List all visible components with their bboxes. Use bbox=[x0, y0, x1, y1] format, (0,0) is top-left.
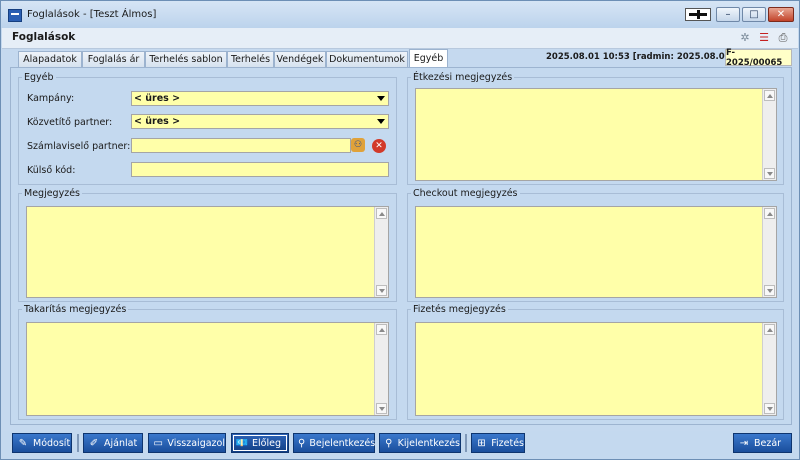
modosit-label: Módosít bbox=[33, 437, 71, 449]
fizetes-button[interactable]: ⊞ Fizetés bbox=[471, 433, 525, 453]
offer-icon: ✐ bbox=[89, 437, 99, 449]
kozvetito-dropdown[interactable]: < üres > bbox=[131, 114, 389, 129]
tab-content-egyeb: Egyéb Kampány: < üres > Közvetítő partne… bbox=[10, 67, 792, 425]
visszaigazol-label: Visszaigazol bbox=[167, 437, 225, 449]
ajanlat-button[interactable]: ✐ Ajánlat bbox=[83, 433, 143, 453]
kulso-kod-field[interactable] bbox=[131, 162, 389, 177]
scrollbar[interactable] bbox=[762, 323, 776, 415]
tab-vendegek[interactable]: Vendégek bbox=[274, 51, 326, 67]
takaritas-legend: Takarítás megjegyzés bbox=[24, 304, 127, 315]
close-window-button[interactable]: ✕ bbox=[768, 7, 794, 22]
form-header: Foglalások ✲ ☰ ⎙ bbox=[2, 28, 798, 49]
title-bar: Foglalások - [Teszt Álmos] – □ ✕ bbox=[1, 1, 799, 28]
clear-icon[interactable]: ✕ bbox=[372, 139, 386, 153]
separator bbox=[77, 434, 79, 452]
separator bbox=[465, 434, 467, 452]
minimize-button[interactable]: – bbox=[716, 7, 740, 22]
etkezesi-legend: Étkezési megjegyzés bbox=[413, 72, 513, 83]
kozvetito-value: < üres > bbox=[134, 116, 181, 127]
checkout-legend: Checkout megjegyzés bbox=[413, 188, 518, 199]
tab-egyeb[interactable]: Egyéb bbox=[409, 49, 448, 67]
window-title: Foglalások - [Teszt Álmos] bbox=[27, 9, 157, 20]
scroll-down-icon[interactable] bbox=[376, 285, 387, 296]
chevron-down-icon bbox=[377, 119, 385, 124]
fizetes-memo[interactable] bbox=[415, 322, 777, 416]
bezar-button[interactable]: ⇥ Bezár bbox=[733, 433, 792, 453]
ajanlat-label: Ajánlat bbox=[104, 437, 138, 449]
visszaigazol-button[interactable]: ▭ Visszaigazol bbox=[148, 433, 226, 453]
kampany-label: Kampány: bbox=[27, 93, 75, 104]
tab-bar: Alapadatok Foglalás ár Terhelés sablon T… bbox=[2, 48, 798, 68]
scrollbar[interactable] bbox=[374, 207, 388, 297]
booking-window: Foglalások - [Teszt Álmos] – □ ✕ Foglalá… bbox=[0, 0, 800, 460]
kampany-dropdown[interactable]: < üres > bbox=[131, 91, 389, 106]
scroll-up-icon[interactable] bbox=[376, 324, 387, 335]
kijelentkezes-button[interactable]: ⚲ Kijelentkezés bbox=[379, 433, 461, 453]
settings-gear-icon[interactable]: ✲ bbox=[738, 31, 752, 44]
money-icon: 💶 bbox=[235, 437, 249, 449]
eloleg-label: Előleg bbox=[252, 437, 281, 449]
remote-command-icon[interactable] bbox=[685, 8, 711, 21]
fizetes-legend: Fizetés megjegyzés bbox=[413, 304, 506, 315]
tab-alapadatok[interactable]: Alapadatok bbox=[18, 51, 82, 67]
megjegyzes-legend: Megjegyzés bbox=[24, 188, 80, 199]
kampany-value: < üres > bbox=[134, 93, 181, 104]
bejelentkezes-label: Bejelentkezés bbox=[309, 437, 376, 449]
checkout-memo[interactable] bbox=[415, 206, 777, 298]
eloleg-button[interactable]: 💶 Előleg bbox=[231, 433, 289, 453]
scroll-up-icon[interactable] bbox=[764, 208, 775, 219]
app-icon bbox=[8, 9, 22, 22]
scrollbar[interactable] bbox=[762, 89, 776, 180]
booking-number: F-2025/00065 bbox=[725, 48, 792, 68]
szamlaviselo-label: Számlaviselő partner: bbox=[27, 141, 131, 152]
print-icon[interactable]: ⎙ bbox=[776, 31, 790, 44]
scrollbar[interactable] bbox=[374, 323, 388, 415]
fizetes-label: Fizetés bbox=[491, 437, 524, 449]
megjegyzes-memo[interactable] bbox=[26, 206, 389, 298]
scroll-down-icon[interactable] bbox=[764, 403, 775, 414]
action-bar: ✎ Módosít ✐ Ajánlat ▭ Visszaigazol 💶 Előleg … bbox=[2, 431, 798, 459]
scroll-down-icon[interactable] bbox=[764, 285, 775, 296]
szamlaviselo-field[interactable] bbox=[131, 138, 351, 153]
payment-icon: ⊞ bbox=[477, 437, 486, 449]
scroll-down-icon[interactable] bbox=[376, 403, 387, 414]
scroll-up-icon[interactable] bbox=[376, 208, 387, 219]
kulso-kod-label: Külső kód: bbox=[27, 165, 76, 176]
egyeb-legend: Egyéb bbox=[24, 72, 54, 83]
chevron-down-icon bbox=[377, 96, 385, 101]
modosit-button[interactable]: ✎ Módosít bbox=[12, 433, 72, 453]
tab-terheles[interactable]: Terhelés bbox=[227, 51, 274, 67]
scroll-up-icon[interactable] bbox=[764, 324, 775, 335]
etkezesi-memo[interactable] bbox=[415, 88, 777, 181]
check-in-icon: ⚲ bbox=[298, 437, 306, 449]
takaritas-memo[interactable] bbox=[26, 322, 389, 416]
kijelentkezes-label: Kijelentkezés bbox=[397, 437, 460, 449]
tab-dokumentumok[interactable]: Dokumentumok bbox=[326, 51, 408, 67]
kozvetito-label: Közvetítő partner: bbox=[27, 117, 113, 128]
tab-foglalas-ar[interactable]: Foglalás ár bbox=[82, 51, 145, 67]
maximize-button[interactable]: □ bbox=[742, 7, 766, 22]
tab-terheles-sablon[interactable]: Terhelés sablon bbox=[145, 51, 227, 67]
bezar-label: Bezár bbox=[754, 437, 782, 449]
partner-lookup-icon[interactable]: ⚇ bbox=[351, 138, 365, 152]
page-title: Foglalások bbox=[12, 31, 76, 43]
scroll-down-icon[interactable] bbox=[764, 168, 775, 179]
exit-door-icon: ⇥ bbox=[739, 437, 749, 449]
list-icon[interactable]: ☰ bbox=[757, 31, 771, 44]
bejelentkezes-button[interactable]: ⚲ Bejelentkezés bbox=[293, 433, 375, 453]
scrollbar[interactable] bbox=[762, 207, 776, 297]
scroll-up-icon[interactable] bbox=[764, 90, 775, 101]
confirm-window-icon: ▭ bbox=[153, 437, 163, 449]
check-out-icon: ⚲ bbox=[385, 437, 393, 449]
edit-pencil-icon: ✎ bbox=[18, 437, 28, 449]
